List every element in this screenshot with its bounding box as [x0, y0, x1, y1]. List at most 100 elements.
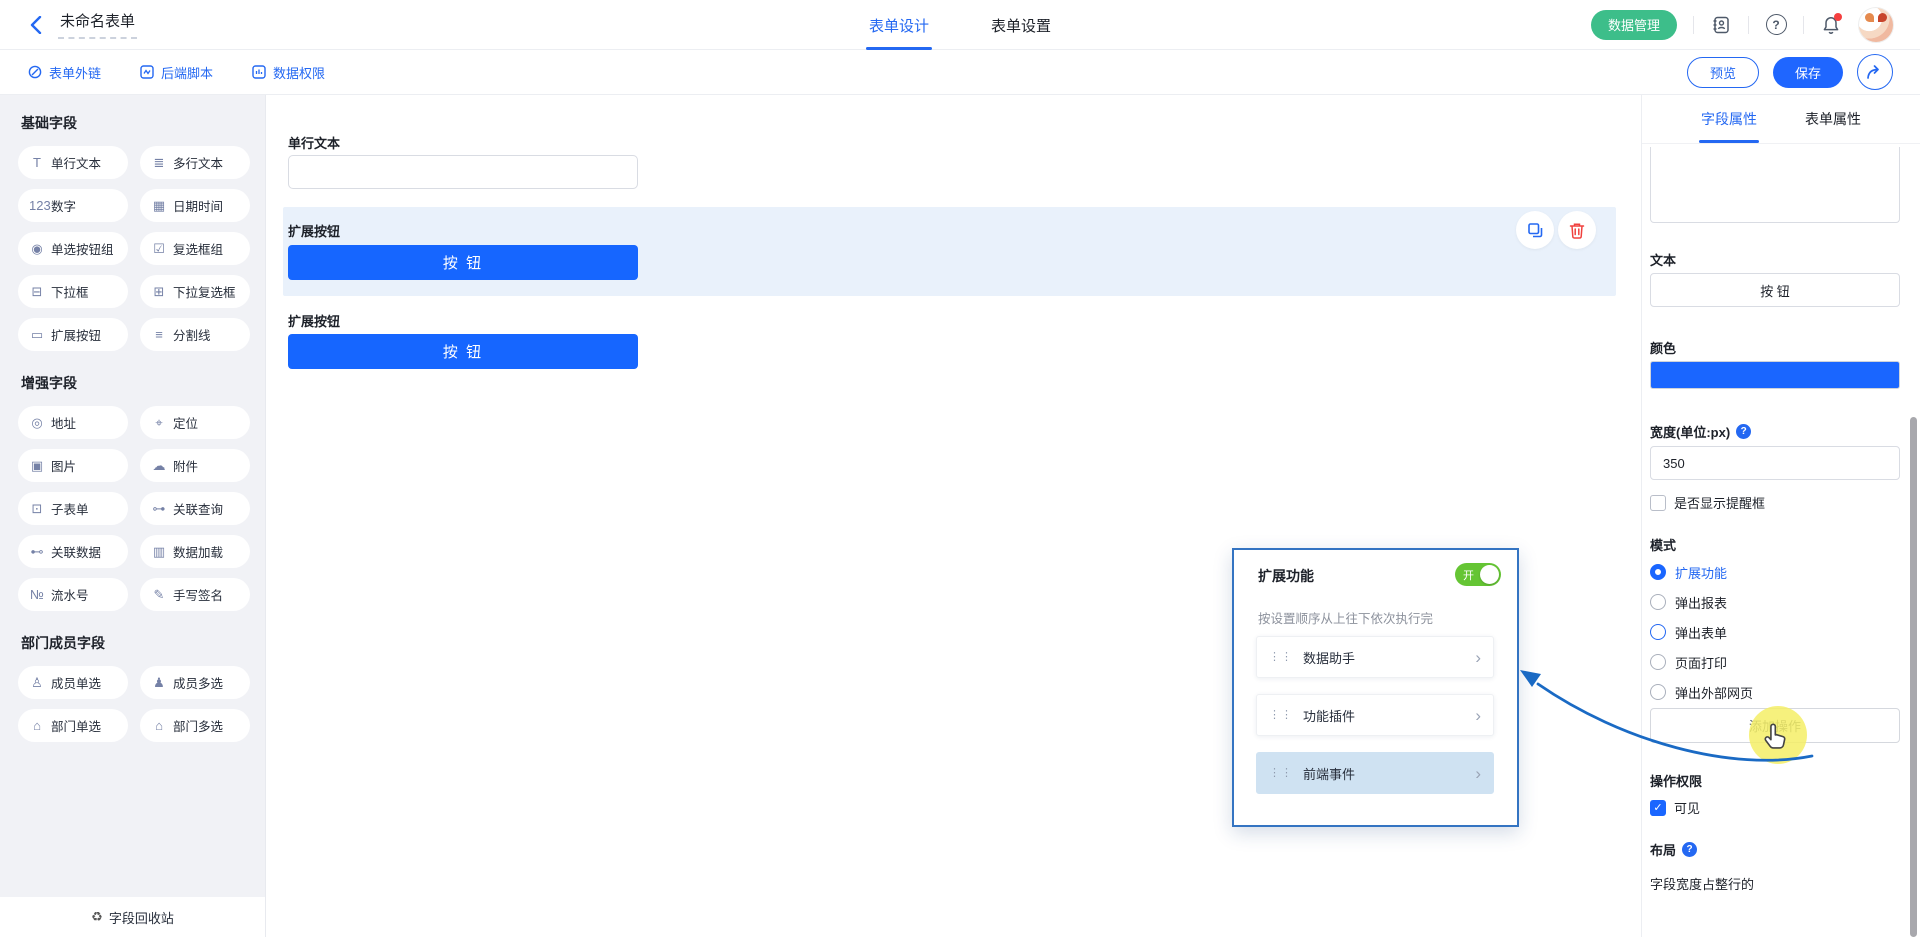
field-type-label: 成员单选 [51, 673, 101, 692]
field-type-item[interactable]: ⌂ 部门单选 [18, 709, 128, 742]
user-avatar[interactable] [1858, 7, 1894, 43]
field-type-label: 日期时间 [173, 196, 223, 215]
field-type-item[interactable]: ⌖ 定位 [140, 406, 250, 439]
drag-handle-icon[interactable]: ⋮⋮ [1269, 652, 1293, 663]
field-type-item[interactable]: ◉ 单选按钮组 [18, 232, 128, 265]
color-picker-swatch[interactable] [1650, 361, 1900, 389]
field-type-item[interactable]: ▭ 扩展按钮 [18, 318, 128, 351]
reminder-checkbox-row[interactable]: 是否显示提醒框 [1650, 493, 1900, 512]
field-type-icon: ⌂ [151, 718, 167, 733]
visible-label: 可见 [1674, 798, 1700, 817]
field-type-label: 数字 [51, 196, 76, 215]
radio-icon[interactable] [1650, 654, 1666, 670]
data-manage-button[interactable]: 数据管理 [1591, 10, 1677, 40]
field-type-item[interactable]: ▦ 日期时间 [140, 189, 250, 222]
notification-bell-icon[interactable] [1820, 14, 1842, 36]
field-type-item[interactable]: ♙ 成员单选 [18, 666, 128, 699]
field-type-item[interactable]: ⊶ 关联查询 [140, 492, 250, 525]
help-icon[interactable]: ? [1682, 842, 1697, 857]
field-type-item[interactable]: ⊷ 关联数据 [18, 535, 128, 568]
field-type-item[interactable]: ▣ 图片 [18, 449, 128, 482]
popup-action-label: 数据助手 [1303, 648, 1355, 667]
popup-action-row[interactable]: ⋮⋮ 前端事件 › [1256, 752, 1494, 794]
external-link-action[interactable]: 表单外链 [27, 63, 101, 82]
mode-radio-option[interactable]: 扩展功能 [1650, 557, 1900, 587]
field-type-label: 下拉复选框 [173, 282, 236, 301]
form-designer-app: 未命名表单 表单设计 表单设置 数据管理 ? 表单外链 [0, 0, 1920, 937]
divider [1693, 16, 1694, 34]
checkbox-unchecked[interactable] [1650, 495, 1666, 511]
contact-book-icon[interactable] [1710, 14, 1732, 36]
checkbox-checked[interactable]: ✓ [1650, 800, 1666, 816]
help-icon[interactable]: ? [1736, 424, 1751, 439]
tab-form-design[interactable]: 表单设计 [866, 0, 932, 50]
field-type-item[interactable]: ⊡ 子表单 [18, 492, 128, 525]
header-actions: 数据管理 ? [1591, 7, 1894, 43]
single-line-text-input[interactable] [288, 155, 638, 189]
popup-action-row[interactable]: ⋮⋮ 数据助手 › [1256, 636, 1494, 678]
field-type-item[interactable]: ▥ 数据加载 [140, 535, 250, 568]
button-text-input[interactable] [1650, 273, 1900, 307]
preview-button[interactable]: 预览 [1687, 57, 1759, 88]
field-type-item[interactable]: ✎ 手写签名 [140, 578, 250, 611]
share-button[interactable] [1857, 54, 1893, 90]
mode-radio-option[interactable]: 页面打印 [1650, 647, 1900, 677]
copy-button[interactable] [1516, 211, 1554, 249]
field-type-item[interactable]: T 单行文本 [18, 146, 128, 179]
tab-form-settings[interactable]: 表单设置 [988, 0, 1054, 50]
popup-action-row[interactable]: ⋮⋮ 功能插件 › [1256, 694, 1494, 736]
back-button[interactable] [26, 15, 46, 35]
field-type-item[interactable]: ⊞ 下拉复选框 [140, 275, 250, 308]
visible-checkbox-row[interactable]: ✓ 可见 [1650, 798, 1900, 817]
field-type-item[interactable]: ⌂ 部门多选 [140, 709, 250, 742]
help-icon[interactable]: ? [1765, 14, 1787, 36]
radio-icon[interactable] [1650, 564, 1666, 580]
field-type-icon: ≡ [151, 327, 167, 342]
tab-field-properties[interactable]: 字段属性 [1699, 95, 1759, 143]
mode-option-label: 扩展功能 [1675, 563, 1727, 582]
data-permission-action[interactable]: 数据权限 [251, 63, 325, 82]
extension-functions-popup: 扩展功能 开 按设置顺序从上往下依次执行完 ⋮⋮ 数据助手 › ⋮⋮ 功能插件 … [1232, 548, 1519, 827]
field-type-icon: ⊞ [151, 284, 167, 300]
field-type-item[interactable]: ♟ 成员多选 [140, 666, 250, 699]
drag-handle-icon[interactable]: ⋮⋮ [1269, 768, 1293, 779]
panel-scrollbar[interactable] [1910, 417, 1917, 937]
field-type-label: 关联数据 [51, 542, 101, 561]
save-button[interactable]: 保存 [1773, 57, 1843, 88]
extension-toggle-on[interactable]: 开 [1455, 563, 1501, 586]
field-type-item[interactable]: ☁ 附件 [140, 449, 250, 482]
form-title[interactable]: 未命名表单 [58, 10, 137, 39]
selected-field-row[interactable]: 扩展按钮 按 钮 [283, 207, 1616, 296]
section-title-enhanced: 增强字段 [21, 373, 250, 393]
field-type-icon: ⌖ [151, 415, 167, 431]
field-type-item[interactable]: ≡ 分割线 [140, 318, 250, 351]
properties-panel: 字段属性 表单属性 文本 颜色 宽度(单位:px)? 是否显示提醒框 模式 扩展… [1641, 95, 1920, 937]
member-fields: ♙ 成员单选 ♟ 成员多选 ⌂ 部门单选 ⌂ 部门多选 [18, 666, 250, 742]
drag-handle-icon[interactable]: ⋮⋮ [1269, 710, 1293, 721]
radio-icon[interactable] [1650, 684, 1666, 700]
divider [1748, 16, 1749, 34]
mode-radio-option[interactable]: 弹出表单 [1650, 617, 1900, 647]
field-type-item[interactable]: ◎ 地址 [18, 406, 128, 439]
extension-button-preview[interactable]: 按 钮 [288, 334, 638, 369]
radio-icon[interactable] [1650, 594, 1666, 610]
field-library-sidebar: 基础字段 T 单行文本 ≣ 多行文本 123 数字 ▦ [0, 95, 266, 937]
width-input[interactable] [1650, 446, 1900, 480]
field-type-label: 复选框组 [173, 239, 223, 258]
mode-option-label: 弹出表单 [1675, 623, 1727, 642]
radio-icon[interactable] [1650, 624, 1666, 640]
title-textarea-partial[interactable] [1650, 147, 1900, 223]
field-type-item[interactable]: 123 数字 [18, 189, 128, 222]
field-type-item[interactable]: № 流水号 [18, 578, 128, 611]
field-type-item[interactable]: ≣ 多行文本 [140, 146, 250, 179]
link-icon [27, 64, 43, 80]
mode-radio-option[interactable]: 弹出外部网页 [1650, 677, 1900, 707]
field-type-item[interactable]: ☑ 复选框组 [140, 232, 250, 265]
backend-script-action[interactable]: 后端脚本 [139, 63, 213, 82]
field-type-item[interactable]: ⊟ 下拉框 [18, 275, 128, 308]
field-recycle-bin[interactable]: ♻ 字段回收站 [0, 897, 266, 937]
tab-form-properties[interactable]: 表单属性 [1803, 95, 1863, 143]
extension-button-preview[interactable]: 按 钮 [288, 245, 638, 280]
delete-button[interactable] [1558, 211, 1596, 249]
mode-radio-option[interactable]: 弹出报表 [1650, 587, 1900, 617]
